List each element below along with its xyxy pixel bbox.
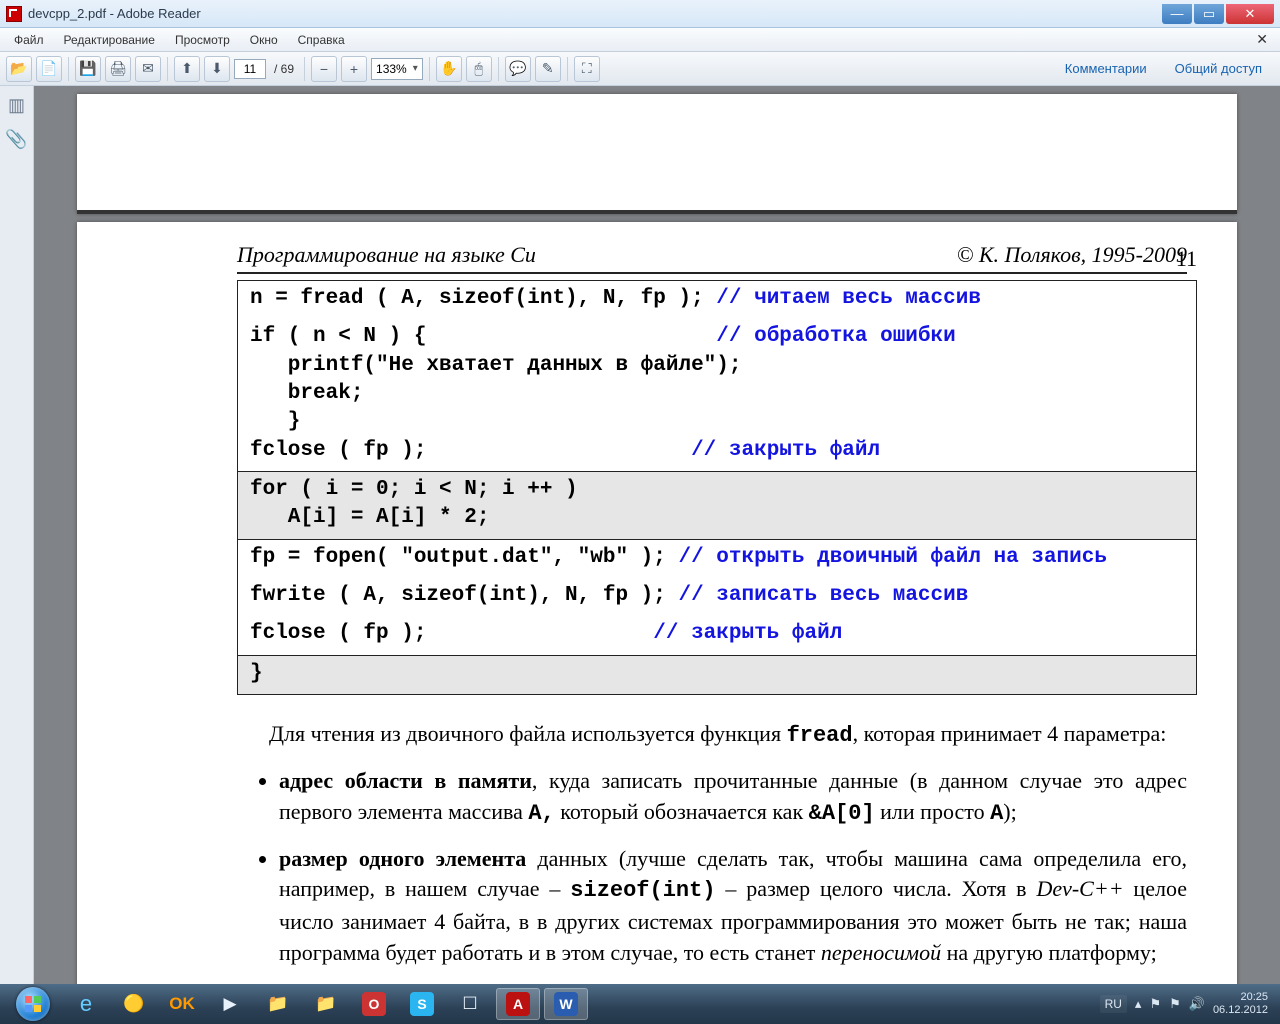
highlight-icon[interactable]: ✎ <box>535 56 561 82</box>
tray-sound-icon[interactable]: 🔊 <box>1189 996 1205 1012</box>
zoom-select[interactable]: 133% <box>371 58 423 80</box>
window-titlebar: devcpp_2.pdf - Adobe Reader — ▭ ✕ <box>0 0 1280 28</box>
open-icon[interactable]: 📂 <box>6 56 32 82</box>
bullet-2: размер одного элемента данных (лучше сде… <box>279 844 1187 969</box>
task-app[interactable]: ☐ <box>448 988 492 1020</box>
paragraph-intro: Для чтения из двоичного файла использует… <box>237 719 1197 752</box>
header-right: © К. Поляков, 1995-2009 <box>957 242 1187 268</box>
tool-select-icon[interactable]: 🖱 <box>466 56 492 82</box>
start-button[interactable] <box>6 986 60 1022</box>
task-skype[interactable]: S <box>400 988 444 1020</box>
page-number-input[interactable] <box>234 59 266 79</box>
window-title: devcpp_2.pdf - Adobe Reader <box>28 6 1162 21</box>
pdf-page: 11 Программирование на языке Си © К. Пол… <box>77 222 1237 984</box>
close-button[interactable]: ✕ <box>1226 4 1274 24</box>
menu-view[interactable]: Просмотр <box>167 30 238 50</box>
email-icon[interactable]: ✉ <box>135 56 161 82</box>
task-chrome[interactable]: 🟡 <box>112 988 156 1020</box>
save-icon[interactable]: 💾 <box>75 56 101 82</box>
code-block: n = fread ( A, sizeof(int), N, fp ); // … <box>237 280 1197 695</box>
task-ie[interactable]: e <box>64 988 108 1020</box>
document-area[interactable]: 11 Программирование на языке Си © К. Пол… <box>34 86 1280 984</box>
tray-flag-icon[interactable]: ⚑ <box>1149 996 1161 1012</box>
taskbar: e 🟡 OK ▶ 📁 📁 O S ☐ A W RU ▴ ⚑ ⚑ 🔊 20:25 … <box>0 984 1280 1024</box>
task-word[interactable]: W <box>544 988 588 1020</box>
comments-link[interactable]: Комментарии <box>1053 61 1159 76</box>
bullet-1: адрес области в памяти, куда записать пр… <box>279 766 1187 830</box>
clock[interactable]: 20:25 06.12.2012 <box>1213 991 1268 1017</box>
menu-file[interactable]: Файл <box>6 30 52 50</box>
page-number: 11 <box>1176 246 1197 272</box>
comment-icon[interactable]: 💬 <box>505 56 531 82</box>
task-opera[interactable]: O <box>352 988 396 1020</box>
page-total-label: / 69 <box>270 62 298 76</box>
app-icon <box>6 6 22 22</box>
task-explorer2[interactable]: 📁 <box>304 988 348 1020</box>
menu-help[interactable]: Справка <box>290 30 353 50</box>
tray-up-icon[interactable]: ▴ <box>1135 996 1142 1012</box>
page-down-icon[interactable]: ⬇ <box>204 56 230 82</box>
menu-bar: Файл Редактирование Просмотр Окно Справк… <box>0 28 1280 52</box>
task-ok[interactable]: OK <box>160 988 204 1020</box>
zoom-in-icon[interactable]: + <box>341 56 367 82</box>
minimize-button[interactable]: — <box>1162 4 1192 24</box>
page-header: Программирование на языке Си © К. Поляко… <box>237 242 1187 274</box>
zoom-out-icon[interactable]: − <box>311 56 337 82</box>
read-mode-icon[interactable]: ⛶ <box>574 56 600 82</box>
tool-hand-icon[interactable]: ✋ <box>436 56 462 82</box>
export-pdf-icon[interactable]: 📄 <box>36 56 62 82</box>
menu-window[interactable]: Окно <box>242 30 286 50</box>
windows-orb-icon <box>16 987 50 1021</box>
toolbar: 📂 📄 💾 🖨 ✉ ⬆ ⬇ / 69 − + 133% ✋ 🖱 💬 ✎ ⛶ Ко… <box>0 52 1280 86</box>
thumbnails-icon[interactable]: ▥ <box>6 94 28 116</box>
pdf-page-prev <box>77 94 1237 214</box>
tray-network-icon[interactable]: ⚑ <box>1169 996 1181 1012</box>
sidebar: ▥ 📎 <box>0 86 34 984</box>
menu-edit[interactable]: Редактирование <box>56 30 163 50</box>
attachments-icon[interactable]: 📎 <box>6 128 28 150</box>
language-indicator[interactable]: RU <box>1100 995 1127 1013</box>
maximize-button[interactable]: ▭ <box>1194 4 1224 24</box>
task-explorer[interactable]: 📁 <box>256 988 300 1020</box>
task-adobe-reader[interactable]: A <box>496 988 540 1020</box>
share-link[interactable]: Общий доступ <box>1163 61 1274 76</box>
print-icon[interactable]: 🖨 <box>105 56 131 82</box>
task-player[interactable]: ▶ <box>208 988 252 1020</box>
menu-close-icon[interactable]: ✕ <box>1250 31 1274 48</box>
header-left: Программирование на языке Си <box>237 242 536 268</box>
page-up-icon[interactable]: ⬆ <box>174 56 200 82</box>
system-tray: RU ▴ ⚑ ⚑ 🔊 20:25 06.12.2012 <box>1100 991 1274 1017</box>
bullet-list: адрес области в памяти, куда записать пр… <box>237 766 1197 969</box>
